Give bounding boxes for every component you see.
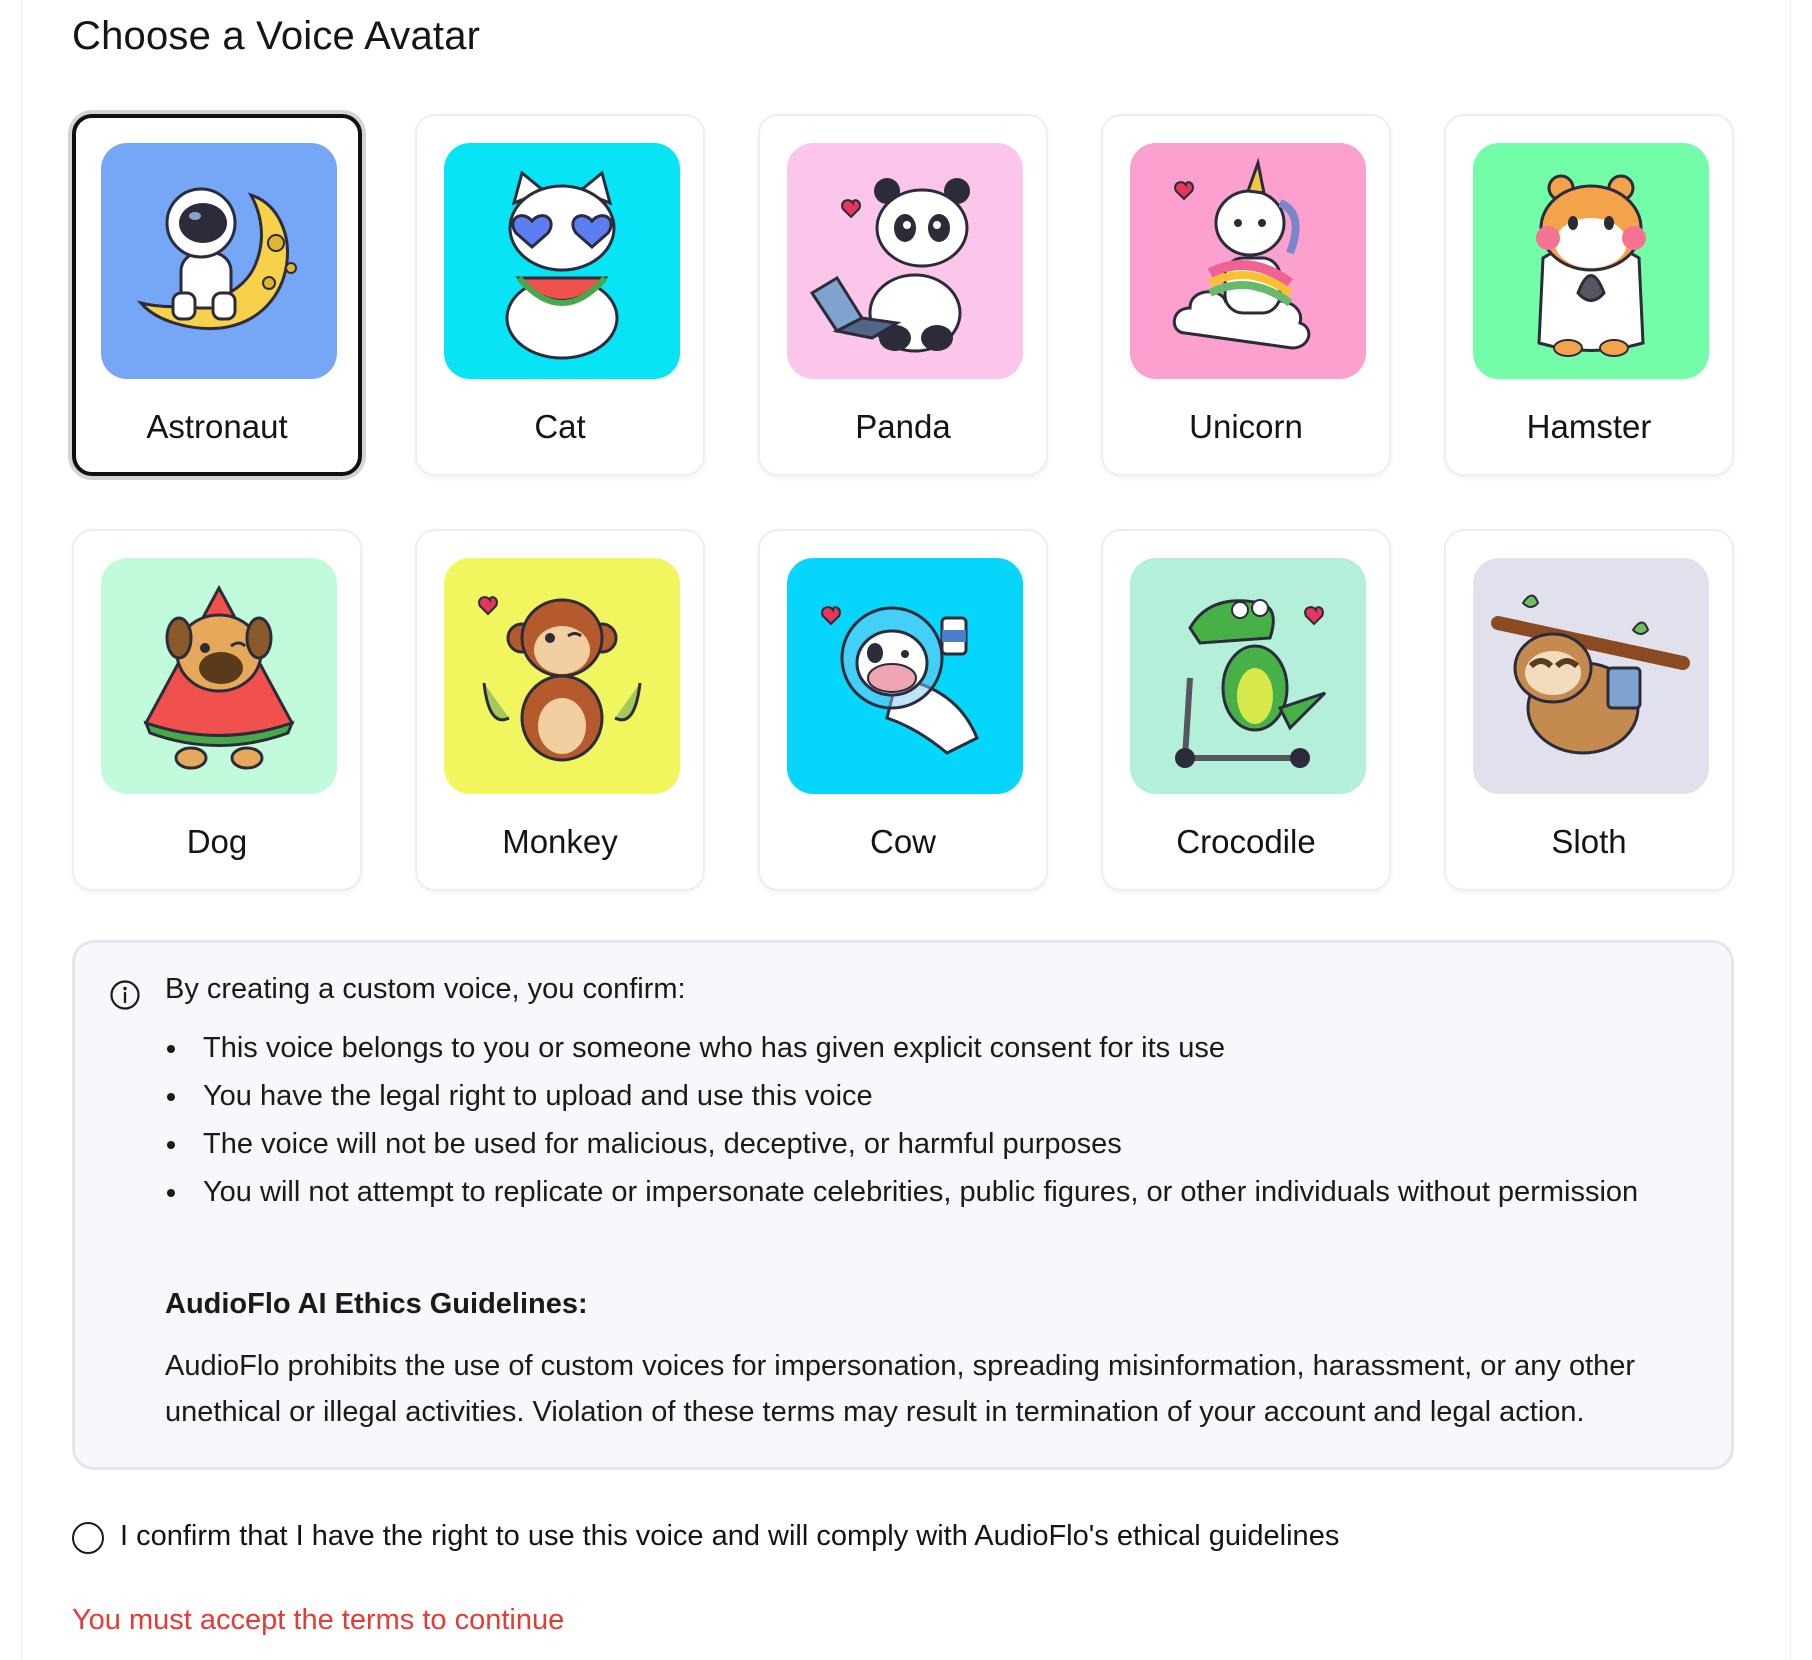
avatar-thumbnail bbox=[101, 558, 337, 794]
avatar-card-crocodile[interactable]: Crocodile bbox=[1101, 529, 1391, 891]
hamster-with-seeds-icon bbox=[1473, 143, 1709, 379]
list-item: You will not attempt to replicate or imp… bbox=[165, 1172, 1645, 1212]
avatar-thumbnail bbox=[1130, 143, 1366, 379]
sloth-on-branch-icon bbox=[1473, 558, 1709, 794]
list-item: This voice belongs to you or someone who… bbox=[165, 1028, 1645, 1068]
panda-with-laptop-icon bbox=[787, 143, 1023, 379]
avatar-card-cow[interactable]: Cow bbox=[758, 529, 1048, 891]
avatar-thumbnail bbox=[101, 143, 337, 379]
avatar-label: Astronaut bbox=[146, 408, 288, 445]
avatar-label: Sloth bbox=[1551, 823, 1627, 860]
info-icon bbox=[110, 980, 140, 1010]
avatar-thumbnail bbox=[787, 558, 1023, 794]
avatar-label: Dog bbox=[186, 823, 248, 860]
avatar-card-unicorn[interactable]: Unicorn bbox=[1101, 114, 1391, 476]
confirm-radio[interactable] bbox=[72, 1522, 104, 1554]
avatar-card-hamster[interactable]: Hamster bbox=[1444, 114, 1734, 476]
avatar-card-monkey[interactable]: Monkey bbox=[415, 529, 705, 891]
cat-with-watermelon-icon bbox=[444, 143, 680, 379]
monkey-with-bananas-icon bbox=[444, 558, 680, 794]
avatar-thumbnail bbox=[444, 558, 680, 794]
avatar-card-sloth[interactable]: Sloth bbox=[1444, 529, 1734, 891]
avatar-thumbnail bbox=[1473, 558, 1709, 794]
list-item: You have the legal right to upload and u… bbox=[165, 1076, 1645, 1116]
notice-intro: By creating a custom voice, you confirm: bbox=[165, 973, 686, 1005]
avatar-card-panda[interactable]: Panda bbox=[758, 114, 1048, 476]
consent-bullet-list: This voice belongs to you or someone who… bbox=[165, 1028, 1645, 1220]
crocodile-on-scooter-icon bbox=[1130, 558, 1366, 794]
avatar-card-astronaut[interactable]: Astronaut bbox=[72, 114, 362, 476]
avatar-thumbnail bbox=[787, 143, 1023, 379]
avatar-card-cat[interactable]: Cat bbox=[415, 114, 705, 476]
avatar-grid: Astronaut Cat Panda Unicorn Hamster Dog … bbox=[72, 114, 1734, 891]
avatar-label: Monkey bbox=[502, 823, 618, 860]
error-message: You must accept the terms to continue bbox=[72, 1604, 565, 1636]
cow-astronaut-icon bbox=[787, 558, 1023, 794]
avatar-label: Panda bbox=[855, 408, 951, 445]
page-title: Choose a Voice Avatar bbox=[72, 14, 481, 58]
guidelines-text: AudioFlo prohibits the use of custom voi… bbox=[165, 1350, 1636, 1428]
confirm-label[interactable]: I confirm that I have the right to use t… bbox=[120, 1520, 1339, 1553]
avatar-label: Cow bbox=[869, 823, 937, 860]
consent-notice: By creating a custom voice, you confirm:… bbox=[72, 940, 1734, 1470]
avatar-thumbnail bbox=[1473, 143, 1709, 379]
avatar-thumbnail bbox=[444, 143, 680, 379]
avatar-thumbnail bbox=[1130, 558, 1366, 794]
list-item: The voice will not be used for malicious… bbox=[165, 1124, 1645, 1164]
avatar-card-dog[interactable]: Dog bbox=[72, 529, 362, 891]
unicorn-on-cloud-icon bbox=[1130, 143, 1366, 379]
avatar-label: Cat bbox=[534, 408, 586, 445]
avatar-label: Crocodile bbox=[1176, 823, 1316, 860]
avatar-label: Hamster bbox=[1526, 408, 1652, 445]
avatar-label: Unicorn bbox=[1189, 408, 1303, 445]
pug-in-watermelon-icon bbox=[101, 558, 337, 794]
guidelines-title: AudioFlo AI Ethics Guidelines: bbox=[165, 1288, 588, 1320]
astronaut-on-moon-icon bbox=[101, 143, 337, 379]
